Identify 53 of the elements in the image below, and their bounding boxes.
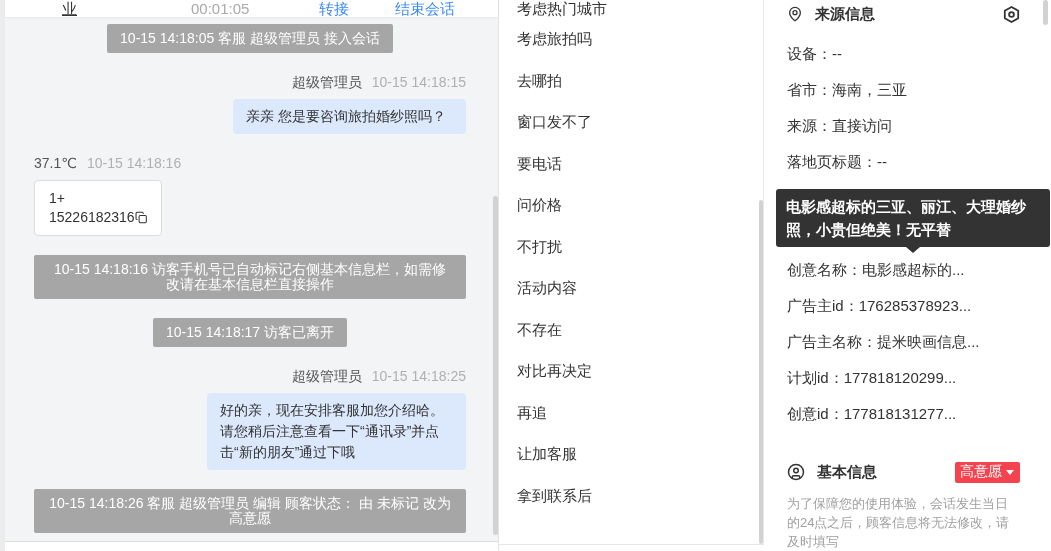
quick-reply-item[interactable]: 考虑热门城市 — [517, 0, 763, 19]
info-row-text: 创意id：177818131277... — [787, 404, 958, 424]
quick-reply-item[interactable]: 不存在 — [517, 309, 763, 351]
visitor-name[interactable]: 业 — [62, 0, 77, 17]
quick-reply-item[interactable]: 窗口发不了 — [517, 102, 763, 144]
quick-reply-item[interactable]: 活动内容 — [517, 268, 763, 310]
scrollbar[interactable] — [1043, 0, 1048, 25]
scrollbar[interactable] — [493, 196, 498, 535]
quick-reply-item[interactable]: 问价格 — [517, 185, 763, 227]
status-dropdown[interactable]: 高意愿 — [955, 461, 1020, 483]
quick-reply-item[interactable]: 让加客服 — [517, 434, 763, 476]
scrollbar[interactable] — [759, 200, 763, 544]
map-pin-icon — [787, 6, 803, 22]
quick-reply-item[interactable]: 对比再决定 — [517, 351, 763, 393]
info-row-text: 设备：-- — [787, 44, 843, 64]
transfer-link[interactable]: 转接 — [319, 0, 349, 17]
notice-text: 为了保障您的使用体验，会话发生当日的24点之后，顾客信息将无法修改，请及时填写 — [787, 495, 1011, 551]
quick-reply-item[interactable]: 考虑旅拍吗 — [517, 19, 763, 61]
info-row-text: 创意名称：电影感超标的... — [787, 260, 966, 280]
sender-name: 超级管理员 — [291, 73, 362, 92]
info-row-text: 广告主名称：提米映画信息... — [787, 332, 981, 352]
user-icon — [787, 463, 805, 481]
call-duration: 00:01:05 — [191, 0, 250, 17]
system-message: 10-15 14:18:26 客服 超级管理员 编辑 顾客状态： 由 未标记 改为高意愿 — [34, 489, 466, 533]
quick-reply-item[interactable]: 去哪拍 — [517, 60, 763, 102]
info-row-text: 广告主id：176285378923... — [787, 296, 973, 316]
message-time: 10-15 14:18:16 — [87, 154, 182, 173]
quick-reply-item[interactable]: 不打扰 — [517, 226, 763, 268]
info-row-text: 来源：直接访问 — [787, 116, 893, 136]
caret-icon — [1006, 469, 1014, 475]
section-title: 来源信息 — [815, 4, 875, 24]
info-row-text: 省市：海南，三亚 — [787, 80, 908, 100]
message-time: 10-15 14:18:25 — [371, 367, 466, 386]
quick-reply-item[interactable]: 拿到联系后 — [517, 475, 763, 517]
message-bubble: 好的亲，现在安排客服加您介绍哈。请您稍后注意查看一下“通讯录”并点击“新的朋友”通过下哦 — [207, 393, 466, 470]
copy-icon[interactable] — [134, 211, 147, 224]
system-message: 10-15 14:18:17 访客已离开 — [152, 318, 348, 347]
end-session-link[interactable]: 结束会话 — [395, 0, 455, 17]
settings-icon[interactable] — [1003, 5, 1020, 23]
quick-reply-item[interactable]: 要电话 — [517, 143, 763, 185]
phone-prefix: 1+ — [49, 189, 65, 208]
section-title: 基本信息 — [817, 462, 877, 482]
tooltip-text: 电影感超标的三亚、丽江、大理婚纱照，小贵但绝美！无平替 — [786, 197, 1027, 240]
system-message: 10-15 14:18:16 访客手机号已自动标记右侧基本信息栏，如需修改请在基本信息栏直接操作 — [34, 255, 466, 299]
sender-name: 37.1℃ — [34, 154, 77, 173]
message-bubble: 亲亲 您是要咨询旅拍婚纱照吗？ — [233, 99, 466, 134]
info-row-text: 计划id：177818120299... — [787, 368, 958, 388]
phone-number: 15226182316 — [49, 208, 135, 227]
message-time: 10-15 14:18:15 — [371, 73, 466, 92]
quick-reply-item[interactable]: 再追 — [517, 392, 763, 434]
system-message: 10-15 14:18:05 客服 超级管理员 接入会话 — [107, 24, 393, 53]
info-row-text: 落地页标题：-- — [787, 152, 888, 172]
sender-name: 超级管理员 — [291, 367, 362, 386]
